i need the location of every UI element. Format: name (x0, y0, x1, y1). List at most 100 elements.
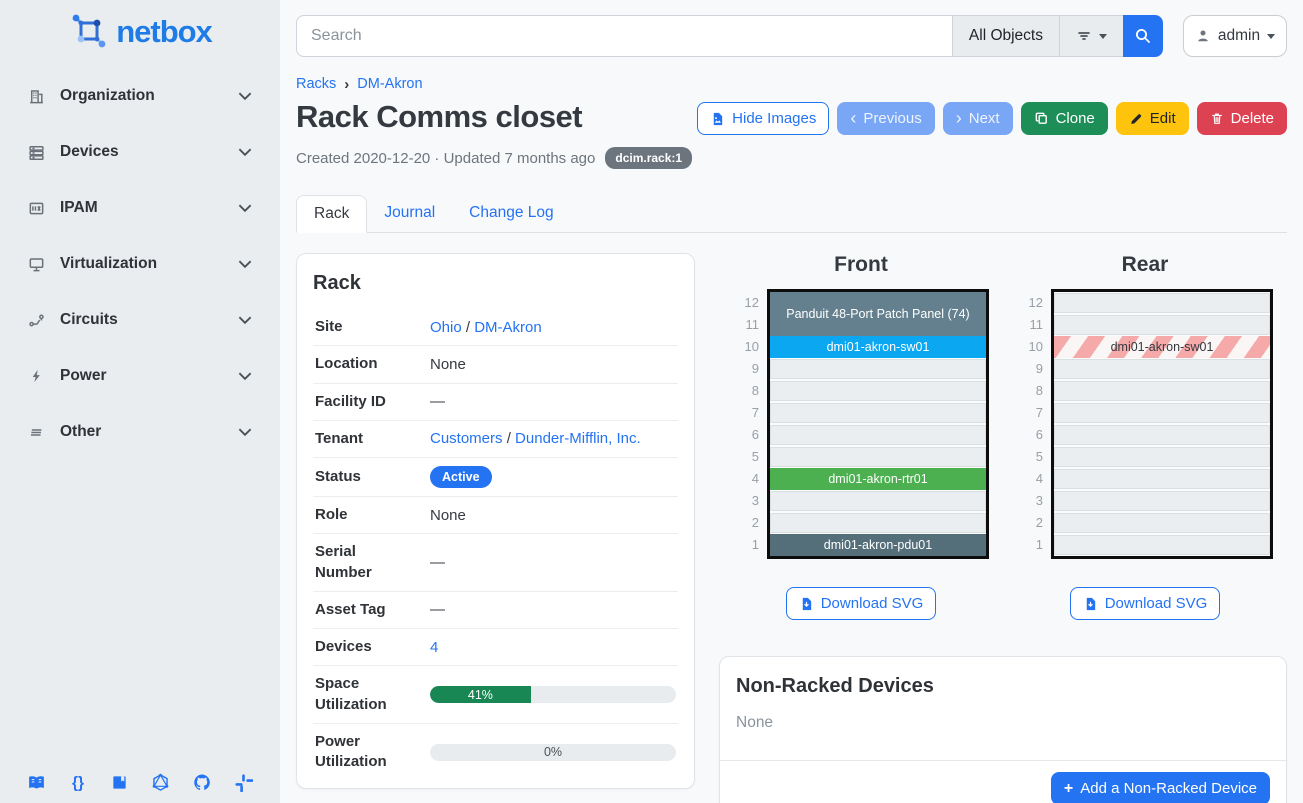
user-icon (1195, 28, 1211, 44)
tenant-link[interactable]: Dunder-Mifflin, Inc. (515, 430, 641, 447)
plus-icon: + (1064, 781, 1073, 797)
graphql-icon[interactable] (150, 771, 172, 793)
chevron-left-icon: ‹ (850, 109, 856, 127)
ipam-icon (26, 198, 46, 218)
chevron-down-icon (236, 255, 254, 273)
status-label: Status (315, 467, 412, 487)
rack-device[interactable]: dmi01-akron-rtr01 (770, 468, 986, 490)
row-serial-number: Serial Number — (313, 533, 678, 591)
breadcrumb: Racks › DM-Akron (296, 76, 1287, 92)
chevron-down-icon (236, 143, 254, 161)
rack-unit-empty (1054, 424, 1270, 446)
search-scope-button[interactable]: All Objects (952, 15, 1059, 57)
role-value: None (430, 507, 676, 524)
sidebar-item-ipam[interactable]: IPAM (14, 188, 266, 228)
sidebar-item-label: Circuits (60, 311, 236, 329)
docs-book-icon[interactable] (26, 771, 48, 793)
rack-unit-empty (1054, 512, 1270, 534)
user-menu-label: admin (1218, 27, 1260, 45)
bolt-icon (26, 366, 46, 386)
circuit-icon (26, 310, 46, 330)
page-header: Rack Comms closet Hide Images ‹ Previous… (296, 99, 1287, 135)
sidebar-item-organization[interactable]: Organization (14, 76, 266, 116)
main-content: All Objects admin Racks › (280, 0, 1303, 803)
clone-label: Clone (1056, 110, 1095, 127)
delete-label: Delete (1231, 110, 1274, 127)
devices-count-link[interactable]: 4 (430, 639, 438, 656)
sidebar-item-circuits[interactable]: Circuits (14, 300, 266, 340)
search-filter-dropdown[interactable] (1059, 15, 1123, 57)
clone-button[interactable]: Clone (1021, 102, 1108, 135)
sidebar-footer-icons: {} (0, 771, 280, 793)
global-search: All Objects (296, 15, 1163, 57)
facility-id-value: — (430, 393, 676, 410)
search-icon (1134, 27, 1152, 45)
previous-button[interactable]: ‹ Previous (837, 102, 934, 135)
rack-device[interactable]: Panduit 48-Port Patch Panel (74) (770, 292, 986, 336)
site-region-link[interactable]: Ohio (430, 319, 462, 336)
asset-tag-label: Asset Tag (315, 600, 412, 620)
row-asset-tag: Asset Tag — (313, 591, 678, 628)
search-submit-button[interactable] (1123, 15, 1163, 57)
breadcrumb-site-link[interactable]: DM-Akron (357, 76, 422, 92)
rack-grid: Panduit 48-Port Patch Panel (74)dmi01-ak… (767, 289, 989, 559)
download-file-icon (1083, 596, 1098, 612)
download-svg-label: Download SVG (1105, 595, 1208, 612)
user-menu-button[interactable]: admin (1183, 15, 1287, 57)
slack-icon[interactable] (232, 771, 254, 793)
rack-device[interactable]: dmi01-akron-sw01 (770, 336, 986, 358)
api-braces-icon[interactable]: {} (67, 771, 89, 793)
site-link[interactable]: DM-Akron (474, 319, 542, 336)
serial-number-value: — (430, 554, 676, 571)
tab-rack[interactable]: Rack (296, 195, 367, 233)
unit-number: 2 (733, 512, 759, 534)
page-title: Rack Comms closet (296, 99, 582, 135)
netbox-logo[interactable]: netbox (0, 0, 280, 58)
breadcrumb-racks-link[interactable]: Racks (296, 76, 336, 92)
unit-number: 3 (733, 490, 759, 512)
monitor-icon (26, 254, 46, 274)
unit-number: 4 (1017, 468, 1043, 490)
tenant-group-link[interactable]: Customers (430, 430, 503, 447)
rack-device[interactable]: dmi01-akron-pdu01 (770, 534, 986, 556)
edit-button[interactable]: Edit (1116, 102, 1189, 135)
tab-journal[interactable]: Journal (367, 195, 452, 232)
sidebar-item-label: Organization (60, 87, 236, 105)
sidebar-item-label: IPAM (60, 199, 236, 217)
journal-icon[interactable] (108, 771, 130, 793)
download-svg-button[interactable]: Download SVG (1070, 587, 1221, 620)
delete-button[interactable]: Delete (1197, 102, 1287, 135)
rack-unit-empty (1054, 468, 1270, 490)
unit-number: 9 (733, 358, 759, 380)
sidebar-item-label: Power (60, 367, 236, 385)
search-input[interactable] (296, 15, 952, 57)
created-updated-text: Created 2020-12-20 · Updated 7 months ag… (296, 150, 595, 167)
download-svg-button[interactable]: Download SVG (786, 587, 937, 620)
role-label: Role (315, 505, 412, 525)
add-non-racked-device-button[interactable]: + Add a Non-Racked Device (1051, 772, 1270, 803)
rack-unit-empty (1054, 314, 1270, 336)
next-button[interactable]: › Next (943, 102, 1013, 135)
devices-label: Devices (315, 637, 412, 657)
sidebar-item-devices[interactable]: Devices (14, 132, 266, 172)
chevron-right-icon: › (956, 109, 962, 127)
unit-number: 1 (733, 534, 759, 556)
rack-device[interactable]: dmi01-akron-sw01 (1054, 336, 1270, 358)
sidebar-item-label: Other (60, 423, 236, 441)
unit-number: 3 (1017, 490, 1043, 512)
caret-down-icon (1267, 34, 1275, 39)
unit-number: 6 (1017, 424, 1043, 446)
sidebar-item-power[interactable]: Power (14, 356, 266, 396)
hide-images-button[interactable]: Hide Images (697, 102, 829, 135)
tab-change-log[interactable]: Change Log (452, 195, 570, 232)
sidebar-item-virtualization[interactable]: Virtualization (14, 244, 266, 284)
rack-unit-empty (770, 512, 986, 534)
tenant-label: Tenant (315, 429, 412, 449)
power-utilization-bar: 0% (430, 744, 676, 761)
unit-number: 8 (1017, 380, 1043, 402)
space-utilization-bar-fill: 41% (430, 686, 531, 703)
unit-number: 7 (1017, 402, 1043, 424)
rack-unit-empty (1054, 292, 1270, 314)
sidebar-item-other[interactable]: Other (14, 412, 266, 452)
github-icon[interactable] (191, 771, 213, 793)
